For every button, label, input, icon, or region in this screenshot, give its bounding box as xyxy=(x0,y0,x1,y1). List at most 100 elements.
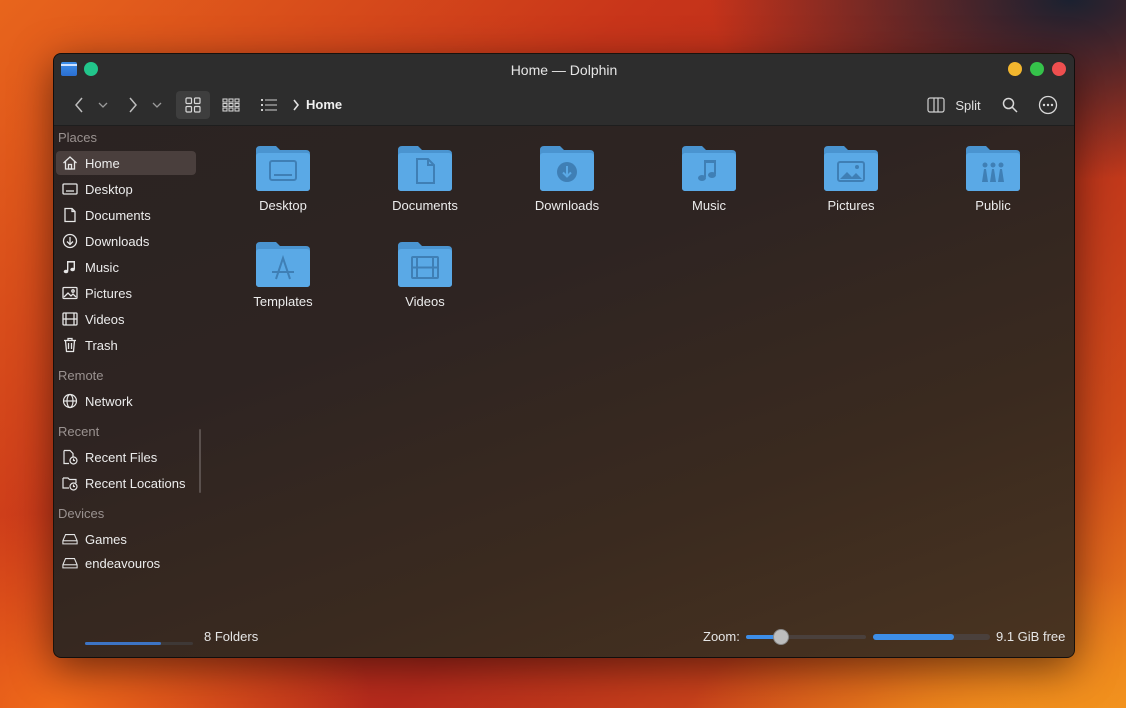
keep-above-button[interactable] xyxy=(84,62,98,76)
breadcrumb[interactable]: Home xyxy=(306,97,342,112)
folder-item-pictures[interactable]: Pictures xyxy=(791,144,911,213)
folder-item-documents[interactable]: Documents xyxy=(365,144,485,213)
video-icon xyxy=(62,311,78,327)
folder-item-music[interactable]: Music xyxy=(649,144,769,213)
sidebar-item-label: Home xyxy=(85,155,120,171)
chevron-down-icon xyxy=(152,102,162,108)
folder-item-downloads[interactable]: Downloads xyxy=(507,144,627,213)
folder-item-desktop[interactable]: Desktop xyxy=(223,144,343,213)
forward-button[interactable] xyxy=(122,91,144,119)
zoom-label: Zoom: xyxy=(703,629,740,644)
compact-view-button[interactable] xyxy=(214,91,248,119)
title-bar[interactable]: Home — Dolphin xyxy=(54,54,1074,85)
sidebar-item-label: Desktop xyxy=(85,181,133,197)
list-icon xyxy=(261,99,277,111)
sidebar-item-recent-files[interactable]: Recent Files xyxy=(56,445,196,469)
sidebar-item-label: Music xyxy=(85,259,119,275)
zoom-slider-handle[interactable] xyxy=(772,629,789,645)
window-title: Home — Dolphin xyxy=(510,61,618,78)
sidebar-item-label: Downloads xyxy=(85,233,150,249)
dolphin-app-icon[interactable] xyxy=(61,62,77,76)
trash-icon xyxy=(62,337,78,353)
sidebar-item-documents[interactable]: Documents xyxy=(56,203,196,227)
picture-icon xyxy=(62,285,78,301)
documents-folder-icon xyxy=(398,146,452,191)
zoom-slider[interactable] xyxy=(746,629,866,645)
back-button[interactable] xyxy=(68,91,90,119)
sidebar-item-label: Recent Files xyxy=(85,449,158,465)
disk-space-bar[interactable] xyxy=(873,634,990,640)
disk-space-fill xyxy=(873,634,954,640)
sidebar-item-network[interactable]: Network xyxy=(56,389,196,413)
folder-label: Pictures xyxy=(827,198,875,213)
dolphin-window: Home — Dolphin Home Split Places Home De… xyxy=(53,53,1075,658)
sidebar-item-label: Videos xyxy=(85,311,125,327)
more-options-icon xyxy=(1038,95,1058,115)
chevron-left-icon xyxy=(75,97,83,113)
forward-history-button[interactable] xyxy=(150,91,164,119)
grid-icon xyxy=(185,97,201,113)
sidebar-item-desktop[interactable]: Desktop xyxy=(56,177,196,201)
item-count: 8 Folders xyxy=(204,629,259,644)
places-header: Places xyxy=(58,130,98,145)
folder-label: Desktop xyxy=(259,198,307,213)
document-icon xyxy=(62,207,78,223)
search-button[interactable] xyxy=(996,91,1024,119)
sidebar-item-pictures[interactable]: Pictures xyxy=(56,281,196,305)
menu-button[interactable] xyxy=(1034,91,1062,119)
drive-icon xyxy=(62,531,78,547)
download-icon xyxy=(62,233,78,249)
desktop-folder-icon xyxy=(256,146,310,191)
status-bar: 8 Folders Zoom: 9.1 GiB free xyxy=(54,622,1074,650)
templates-folder-icon xyxy=(256,242,310,287)
back-history-button[interactable] xyxy=(96,91,110,119)
chevron-right-icon xyxy=(293,99,300,111)
sidebar-item-label: Games xyxy=(85,531,127,547)
network-icon xyxy=(62,393,78,409)
compact-grid-icon xyxy=(222,98,240,112)
sidebar-item-games[interactable]: Games xyxy=(56,527,196,551)
icons-view-button[interactable] xyxy=(176,91,210,119)
sidebar-item-downloads[interactable]: Downloads xyxy=(56,229,196,253)
split-button[interactable]: Split xyxy=(918,91,990,119)
chevron-right-icon xyxy=(129,97,137,113)
sidebar-item-label: Documents xyxy=(85,207,151,223)
sidebar-item-trash[interactable]: Trash xyxy=(56,333,196,357)
sidebar-item-label: endeavouros xyxy=(85,555,161,571)
remote-header: Remote xyxy=(58,368,104,383)
recent-files-icon xyxy=(62,449,78,465)
places-panel: Places Home Desktop Documents Downloads … xyxy=(54,126,202,645)
sidebar-item-videos[interactable]: Videos xyxy=(56,307,196,331)
music-folder-icon xyxy=(682,146,736,191)
folder-label: Templates xyxy=(253,294,313,309)
sidebar-scrollbar[interactable] xyxy=(199,429,201,493)
sidebar-item-recent-locations[interactable]: Recent Locations xyxy=(56,471,196,495)
recent-header: Recent xyxy=(58,424,100,439)
folder-item-videos[interactable]: Videos xyxy=(365,240,485,309)
sidebar-item-label: Recent Locations xyxy=(85,475,186,491)
chevron-down-icon xyxy=(98,102,108,108)
folder-item-templates[interactable]: Templates xyxy=(223,240,343,309)
music-icon xyxy=(62,259,78,275)
sidebar-item-music[interactable]: Music xyxy=(56,255,196,279)
folder-label: Downloads xyxy=(534,198,600,213)
folder-label: Documents xyxy=(392,198,458,213)
close-button[interactable] xyxy=(1052,62,1066,76)
details-view-button[interactable] xyxy=(252,91,286,119)
devices-header: Devices xyxy=(58,506,105,521)
sidebar-item-home[interactable]: Home xyxy=(56,151,196,175)
downloads-folder-icon xyxy=(540,146,594,191)
sidebar-item-label: Trash xyxy=(85,337,118,353)
folder-label: Public xyxy=(975,198,1011,213)
sidebar-item-endeavouros[interactable]: endeavouros xyxy=(56,551,196,575)
free-space-label: 9.1 GiB free xyxy=(996,629,1066,644)
minimize-button[interactable] xyxy=(1008,62,1022,76)
home-icon xyxy=(62,155,78,171)
videos-folder-icon xyxy=(398,242,452,287)
folder-label: Music xyxy=(692,198,726,213)
maximize-button[interactable] xyxy=(1030,62,1044,76)
pictures-folder-icon xyxy=(824,146,878,191)
toolbar: Home Split xyxy=(54,85,1074,126)
folder-item-public[interactable]: Public xyxy=(933,144,1053,213)
sidebar-item-label: Network xyxy=(85,393,133,409)
